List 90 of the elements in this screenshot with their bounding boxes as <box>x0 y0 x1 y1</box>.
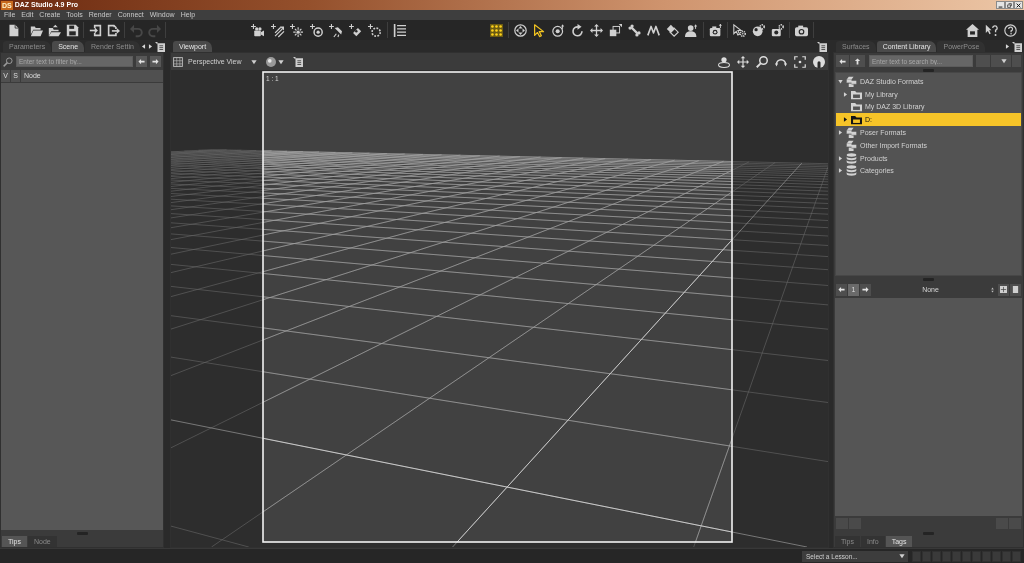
frame-icon[interactable] <box>794 55 806 68</box>
new-document-icon[interactable] <box>6 23 20 37</box>
spinner-icon[interactable] <box>990 285 995 294</box>
zoom-icon[interactable] <box>756 55 768 68</box>
camera-icon[interactable] <box>709 23 722 37</box>
close-button[interactable] <box>1014 1 1023 9</box>
panel-menu-icon[interactable] <box>1012 41 1022 52</box>
caret-right-icon[interactable] <box>147 44 153 49</box>
open-folder-icon[interactable] <box>29 23 43 37</box>
restore-icon <box>1007 2 1012 8</box>
list-view-button[interactable] <box>1010 283 1021 296</box>
export-icon[interactable] <box>106 23 120 37</box>
flashlight-icon[interactable] <box>329 23 343 37</box>
caret-down-icon[interactable] <box>838 78 843 84</box>
minimize-button[interactable] <box>996 1 1005 9</box>
search-icon <box>3 56 13 67</box>
arrow-left-icon <box>138 58 145 65</box>
caret-icon <box>251 58 257 65</box>
light-rays-icon[interactable] <box>270 23 284 37</box>
arrow-left-icon <box>839 57 846 65</box>
save-icon[interactable] <box>65 23 79 37</box>
database-icon <box>846 165 857 177</box>
caret-right-icon[interactable] <box>843 117 848 123</box>
arrow-left-icon <box>838 286 845 293</box>
sphere-icon <box>266 56 276 67</box>
ring-icon[interactable] <box>309 23 323 37</box>
boxes-icon <box>846 75 857 87</box>
arch-icon[interactable] <box>813 55 825 68</box>
caret-left-icon[interactable] <box>140 44 146 49</box>
list-icon[interactable] <box>392 23 406 37</box>
sphere-gear-icon[interactable] <box>752 23 765 37</box>
boxes-icon <box>846 139 857 151</box>
pan-icon[interactable] <box>737 55 749 68</box>
orbit-icon[interactable] <box>718 55 730 68</box>
cursor-gear-icon[interactable] <box>733 23 746 37</box>
back-button[interactable] <box>836 55 849 67</box>
tiles-icon <box>1000 286 1007 293</box>
caret-right-icon[interactable] <box>838 155 843 161</box>
caret-icon <box>278 58 284 65</box>
restore-button[interactable] <box>1005 1 1014 9</box>
figure-icon[interactable] <box>685 23 698 37</box>
up-button[interactable] <box>850 55 865 67</box>
next-page-button[interactable] <box>860 283 871 296</box>
zigzag-icon[interactable] <box>647 23 660 37</box>
cursor-icon[interactable] <box>533 23 546 37</box>
dial-icon[interactable] <box>552 23 565 37</box>
scale-icon[interactable] <box>609 23 622 37</box>
folder-icon <box>851 101 862 113</box>
previous-button[interactable] <box>136 56 147 67</box>
database-icon <box>846 152 857 164</box>
arrow-up-icon <box>854 57 861 65</box>
home-icon[interactable] <box>966 23 979 37</box>
arrow-right-icon <box>152 58 159 65</box>
circular-arrow-icon[interactable] <box>571 23 584 37</box>
grid-view-button[interactable] <box>998 283 1009 296</box>
close-icon <box>1016 2 1021 8</box>
move-icon[interactable] <box>590 23 603 37</box>
open-folder-icon[interactable] <box>47 23 61 37</box>
caret-right-icon[interactable] <box>843 91 848 97</box>
caret-right-icon[interactable] <box>1005 44 1010 49</box>
panel-menu-icon[interactable] <box>817 41 827 52</box>
arrow-right-icon <box>862 286 869 293</box>
dotted-circle-icon[interactable] <box>368 23 382 37</box>
grid-tile-icon[interactable] <box>490 23 503 37</box>
help-icon[interactable] <box>1004 23 1017 37</box>
diamonds-icon[interactable] <box>666 23 679 37</box>
camera-icon[interactable] <box>251 23 265 37</box>
import-icon[interactable] <box>88 23 102 37</box>
camera-icon[interactable] <box>795 23 808 37</box>
caret-icon <box>1001 58 1007 64</box>
shading-dropdown[interactable] <box>266 55 284 68</box>
caret-icon <box>899 553 905 559</box>
folder-icon <box>851 88 862 100</box>
help-cursor-icon[interactable] <box>985 23 998 37</box>
options-dropdown[interactable] <box>991 55 1011 67</box>
next-button[interactable] <box>150 56 161 67</box>
page-icon <box>1012 286 1019 293</box>
starburst-icon[interactable] <box>290 23 304 37</box>
camera-gear-icon[interactable] <box>771 23 784 37</box>
panel-menu-icon[interactable] <box>154 41 165 52</box>
move-arrows-icon[interactable] <box>514 23 527 37</box>
caret-right-icon[interactable] <box>838 168 843 174</box>
bone-icon[interactable] <box>628 23 641 37</box>
panel-menu-icon[interactable] <box>293 56 303 67</box>
tag-icon[interactable] <box>348 23 362 37</box>
caret-right-icon[interactable] <box>838 130 843 136</box>
folder-icon <box>851 114 862 126</box>
grid-icon <box>173 56 183 67</box>
previous-page-button[interactable] <box>836 283 847 296</box>
resize-handle[interactable] <box>923 68 934 72</box>
